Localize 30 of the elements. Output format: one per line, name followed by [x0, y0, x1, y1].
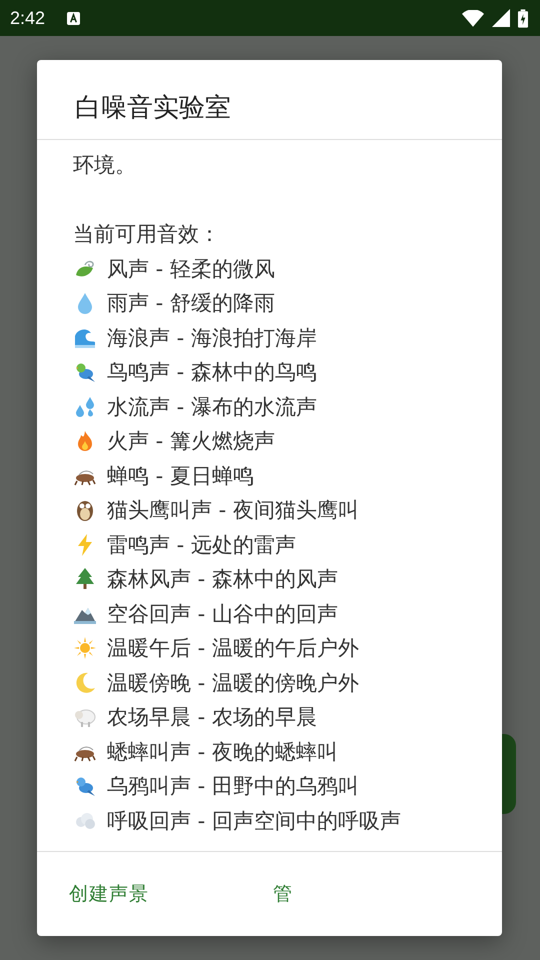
sound-item: 风声 - 轻柔的微风: [107, 256, 275, 282]
sound-item: 空谷回声 - 山谷中的回声: [107, 600, 338, 628]
intro-text: 环境。: [73, 152, 137, 179]
sound-item: 农场早晨 - 农场的早晨: [107, 704, 317, 731]
sound-item: 蟋蟀叫声 - 夜晚的蟋蟀叫: [107, 738, 338, 766]
dialog-button[interactable]: 创建声景: [57, 873, 161, 915]
status-time: 2:42: [10, 8, 46, 28]
sound-item: 猫头鹰叫声 - 夜间猫头鹰叫: [107, 497, 359, 524]
sound-item: 水流声 - 瀑布的水流声: [107, 394, 317, 420]
sound-item: 温暖午后 - 温暖的午后户外: [107, 635, 359, 662]
wifi-icon: [462, 10, 484, 26]
dialog-button[interactable]: 管: [261, 873, 305, 915]
sound-item: 鸟鸣声 - 森林中的鸟鸣: [107, 359, 317, 386]
sound-item: 乌鸦叫声 - 田野中的乌鸦叫: [107, 773, 359, 800]
sound-item: 雷鸣声 - 远处的雷声: [107, 532, 296, 558]
sun-icon: [73, 636, 97, 660]
sound-item: 火声 - 篝火燃烧声: [107, 428, 275, 455]
list-heading: 当前可用音效：: [73, 221, 221, 248]
dialog-title: 白噪音实验室: [37, 60, 502, 140]
signal-icon: [492, 9, 510, 27]
sound-item: 雨声 - 舒缓的降雨: [107, 290, 275, 317]
sound-item: 海浪声 - 海浪拍打海岸: [107, 324, 317, 352]
battery-icon: [518, 8, 528, 28]
sound-item: 森林风声 - 森林中的风声: [107, 566, 338, 593]
sound-item: 温暖傍晚 - 温暖的傍晚户外: [107, 670, 359, 696]
tree-icon: [73, 567, 97, 592]
water-drops-icon: [73, 394, 97, 419]
sound-item: 蝉鸣 - 夏日蝉鸣: [107, 462, 254, 490]
keyboard-icon: [67, 12, 80, 24]
sound-item: 呼吸回声 - 回声空间中的呼吸声: [107, 808, 401, 834]
